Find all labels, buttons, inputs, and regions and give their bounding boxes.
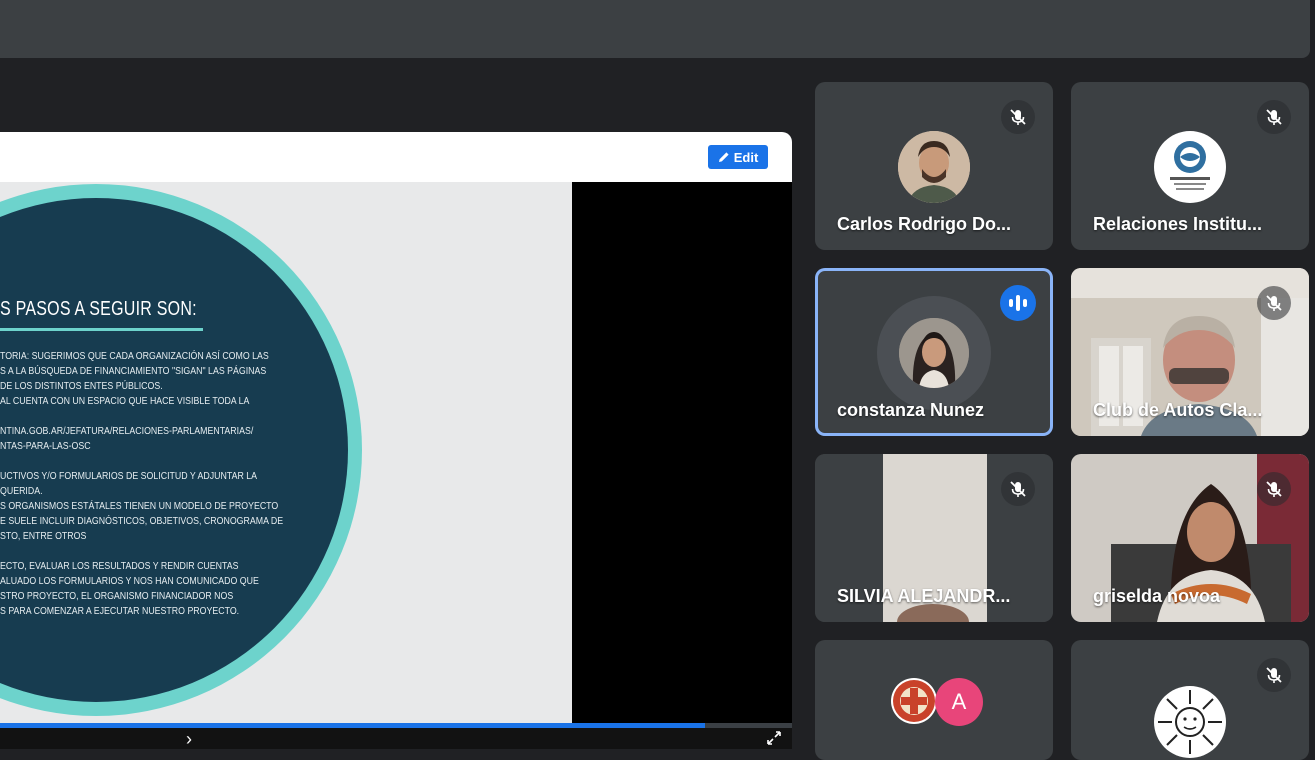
participant-tile-active[interactable]: constanza Nunez <box>815 268 1053 436</box>
slide-text-line: NTINA.GOB.AR/JEFATURA/RELACIONES-PARLAME… <box>0 426 254 437</box>
mic-off-icon <box>1010 481 1026 497</box>
participant-tile[interactable]: Relaciones Institu... <box>1071 82 1309 250</box>
participant-name: Carlos Rodrigo Do... <box>837 214 1012 234</box>
participant-tile[interactable]: SILVIA ALEJANDR... <box>815 454 1053 622</box>
sun-logo-icon <box>1158 690 1222 754</box>
slide-text-line <box>0 544 264 559</box>
institution-logo-icon <box>1170 141 1210 190</box>
participant-name: Club de Autos Cla... <box>1093 400 1263 420</box>
participant-name: Relaciones Institu... <box>1093 214 1263 234</box>
slide-text-line <box>0 409 264 424</box>
participant-avatar <box>1154 686 1226 758</box>
slide-text-line <box>0 454 264 469</box>
participant-avatar <box>898 131 970 203</box>
participant-tile[interactable]: griselda novoa <box>1071 454 1309 622</box>
slide-header: Edit <box>0 132 792 182</box>
slide-text-line: S A LA BÚSQUEDA DE FINANCIAMIENTO "SIGAN… <box>0 366 267 377</box>
top-bar <box>0 0 1310 58</box>
slide-title: S PASOS A SEGUIR SON: <box>0 298 197 320</box>
slide-text-line: AL CUENTA CON UN ESPACIO QUE HACE VISIBL… <box>0 396 250 407</box>
slide-text-line: STO, ENTRE OTROS <box>0 531 87 542</box>
slide-text: TORIA: SUGERIMOS QUE CADA ORGANIZACIÓN A… <box>0 349 300 619</box>
slide-nav-bar: › <box>0 728 792 749</box>
participant-tile[interactable]: Club de Autos Cla... <box>1071 268 1309 436</box>
participant-name: constanza Nunez <box>837 400 985 420</box>
mic-off-badge <box>1257 100 1291 134</box>
speaking-indicator-icon <box>1000 285 1036 321</box>
mic-off-icon <box>1266 295 1282 311</box>
mic-off-icon <box>1010 109 1026 125</box>
slide-circle: S PASOS A SEGUIR SON: TORIA: SUGERIMOS Q… <box>0 198 348 702</box>
slide-text-line: TORIA: SUGERIMOS QUE CADA ORGANIZACIÓN A… <box>0 351 269 362</box>
presentation-area: Edit S PASOS A SEGUIR SON: TORIA: SUGERI… <box>0 132 792 749</box>
mic-off-badge <box>1257 286 1291 320</box>
slide-text-line: QUERIDA. <box>0 486 43 497</box>
edit-label: Edit <box>733 149 759 165</box>
participant-name: griselda novoa <box>1093 586 1221 606</box>
person-photo-icon <box>898 131 970 203</box>
slide-text-line: STRO PROYECTO, EL ORGANISMO FINANCIADOR … <box>0 591 234 602</box>
participant-avatar <box>891 678 937 724</box>
mic-off-badge <box>1001 100 1035 134</box>
pencil-icon <box>718 152 729 162</box>
badge-logo-icon <box>893 680 935 722</box>
participant-tile[interactable] <box>1071 640 1309 760</box>
mic-off-badge <box>1001 472 1035 506</box>
title-underline <box>0 328 203 331</box>
mic-off-badge <box>1257 472 1291 506</box>
slide-text-line: DE LOS DISTINTOS ENTES PÚBLICOS. <box>0 381 163 392</box>
participant-avatar <box>899 318 969 388</box>
slide-text-line: UCTIVOS Y/O FORMULARIOS DE SOLICITUD Y A… <box>0 471 258 482</box>
initial-avatar: A <box>935 678 983 726</box>
slide-text-line: ALUADO LOS FORMULARIOS Y NOS HAN COMUNIC… <box>0 576 259 587</box>
next-slide-icon[interactable]: › <box>186 730 192 748</box>
participant-tile[interactable]: A <box>815 640 1053 760</box>
mic-off-icon <box>1266 667 1282 683</box>
slide-content: S PASOS A SEGUIR SON: TORIA: SUGERIMOS Q… <box>0 182 572 723</box>
participant-avatar <box>1154 131 1226 203</box>
person-photo-icon <box>899 318 969 388</box>
slide-text-line: ECTO, EVALUAR LOS RESULTADOS Y RENDIR CU… <box>0 561 239 572</box>
participant-tile[interactable]: Carlos Rodrigo Do... <box>815 82 1053 250</box>
mic-off-icon <box>1266 481 1282 497</box>
slide-text-line: E SUELE INCLUIR DIAGNÓSTICOS, OBJETIVOS,… <box>0 516 284 527</box>
mic-off-badge <box>1257 658 1291 692</box>
slide-text-line: NTAS-PARA-LAS-OSC <box>0 441 91 452</box>
edit-button[interactable]: Edit <box>708 145 768 169</box>
slide-text-line: S ORGANISMOS ESTÁTALES TIENEN UN MODELO … <box>0 501 279 512</box>
mic-off-icon <box>1266 109 1282 125</box>
slide-black-area <box>572 182 792 723</box>
fullscreen-icon[interactable] <box>766 730 782 746</box>
participant-name: SILVIA ALEJANDR... <box>837 586 1011 606</box>
slide-text-line: S PARA COMENZAR A EJECUTAR NUESTRO PROYE… <box>0 606 240 617</box>
